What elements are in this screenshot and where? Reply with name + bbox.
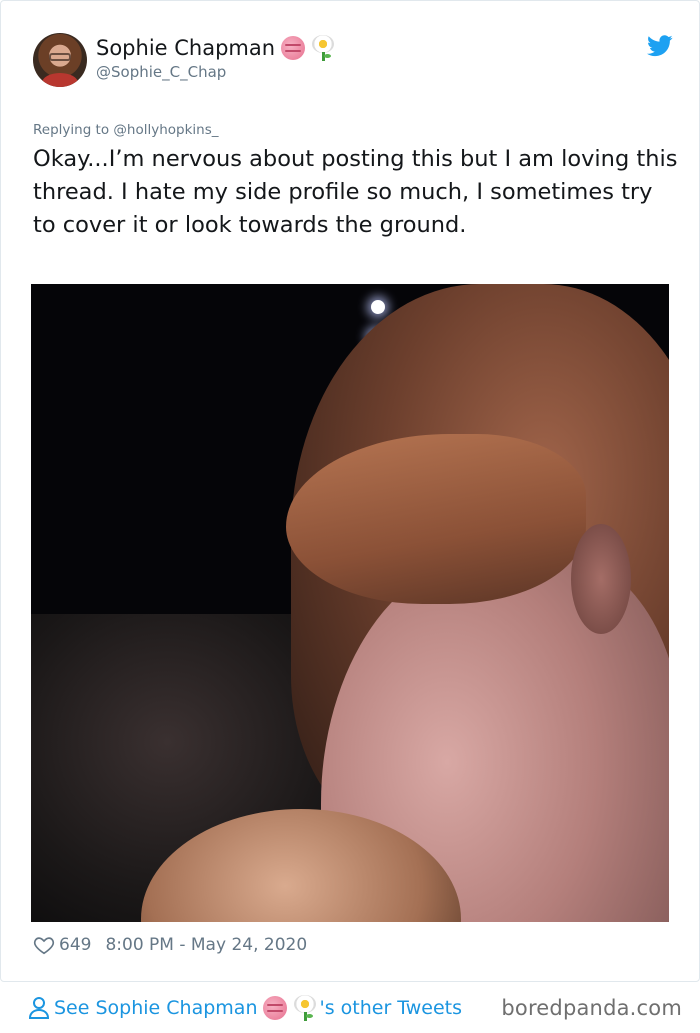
subject-ear xyxy=(571,524,631,634)
stage-light xyxy=(371,300,385,314)
tweet-header: Sophie Chapman @Sophie_C_Chap xyxy=(33,33,673,89)
brain-emoji-icon xyxy=(263,996,288,1020)
replying-to[interactable]: Replying to @hollyhopkins_ xyxy=(33,122,219,138)
twitter-bird-icon[interactable] xyxy=(647,35,673,57)
author-name-row[interactable]: Sophie Chapman xyxy=(96,35,335,61)
tweet-photo[interactable] xyxy=(31,284,669,922)
author-avatar[interactable] xyxy=(33,33,87,87)
avatar-glasses xyxy=(49,53,71,61)
see-other-suffix[interactable]: 's other Tweets xyxy=(319,997,462,1019)
author-display-name[interactable]: Sophie Chapman xyxy=(96,36,275,60)
heart-icon[interactable] xyxy=(33,934,55,956)
see-other-prefix[interactable]: See Sophie Chapman xyxy=(54,997,257,1019)
tweet-timestamp[interactable]: 8:00 PM - May 24, 2020 xyxy=(105,935,307,955)
tweet-text: Okay...I’m nervous about posting this bu… xyxy=(33,146,678,238)
tweet-meta: 649 8:00 PM - May 24, 2020 xyxy=(33,933,307,957)
avatar-shirt xyxy=(42,73,78,87)
site-watermark: boredpanda.com xyxy=(501,996,682,1020)
blossom-emoji-icon xyxy=(311,35,335,61)
brain-emoji-icon xyxy=(281,36,306,60)
like-count[interactable]: 649 xyxy=(59,935,91,955)
see-other-tweets-link[interactable]: See Sophie Chapman 's other Tweets xyxy=(28,993,462,1023)
tweet-footer: See Sophie Chapman 's other Tweets bored… xyxy=(0,983,700,1033)
blossom-emoji-icon xyxy=(293,995,317,1021)
author-handle[interactable]: @Sophie_C_Chap xyxy=(96,63,226,81)
tweet-card: Sophie Chapman @Sophie_C_Chap Replying t… xyxy=(0,0,700,982)
person-icon xyxy=(28,997,50,1019)
